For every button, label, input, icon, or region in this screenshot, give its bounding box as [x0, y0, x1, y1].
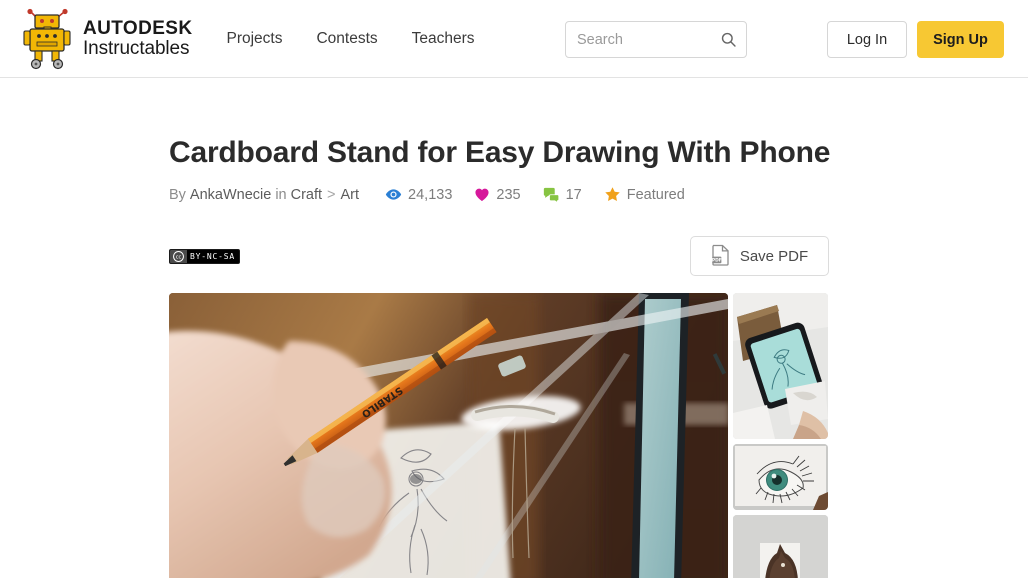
cc-logo-icon: cc [170, 249, 187, 263]
save-pdf-button[interactable]: PDF Save PDF [690, 236, 829, 276]
article-stats: 24,133 235 17 Featured [385, 186, 685, 203]
search-icon[interactable] [720, 31, 737, 48]
thumbnail-strip [733, 293, 828, 578]
site-header: AUTODESK Instructables Projects Contests… [0, 0, 1028, 78]
thumbnail-1-art [733, 293, 828, 439]
main-content: Cardboard Stand for Easy Drawing With Ph… [0, 136, 1028, 578]
heart-icon [474, 187, 490, 203]
pdf-file-icon: PDF [711, 244, 730, 269]
thumbnail-3-art [733, 515, 828, 578]
stat-featured-label: Featured [626, 186, 685, 203]
byline-separator: > [327, 186, 336, 203]
brand-line-autodesk: AUTODESK [83, 17, 193, 39]
stat-featured: Featured [604, 186, 685, 203]
stat-views-value: 24,133 [408, 186, 453, 203]
search-input[interactable] [577, 31, 720, 48]
thumbnail-phone-on-stand[interactable] [733, 293, 828, 439]
nav-item-contests[interactable]: Contests [316, 30, 377, 48]
byline-category-link[interactable]: Craft [291, 187, 322, 203]
auth-buttons: Log In Sign Up [827, 21, 1004, 58]
page-title: Cardboard Stand for Easy Drawing With Ph… [169, 136, 831, 169]
hero-image-art: STABILO [169, 293, 728, 578]
brand-wordmark: AUTODESK Instructables [83, 17, 193, 59]
svg-text:cc: cc [176, 254, 182, 260]
autodesk-robot-logo-svg [23, 8, 71, 69]
log-in-button[interactable]: Log In [827, 21, 907, 58]
brand-line-instructables: Instructables [83, 37, 190, 59]
brand-home-link[interactable]: AUTODESK Instructables [22, 8, 192, 70]
cc-terms-label: BY-NC-SA [190, 251, 235, 261]
nav-item-projects[interactable]: Projects [226, 30, 282, 48]
thumbnail-cat-drawing[interactable] [733, 515, 828, 578]
creative-commons-badge[interactable]: cc BY-NC-SA [169, 248, 240, 264]
stat-views: 24,133 [385, 186, 452, 203]
thumbnail-eye-drawing[interactable] [733, 444, 828, 510]
stat-favorites-value: 235 [496, 186, 521, 203]
save-pdf-label: Save PDF [739, 247, 809, 265]
main-nav: Projects Contests Teachers [226, 30, 474, 48]
byline-author-link[interactable]: AnkaWnecie [190, 187, 271, 203]
search-box[interactable] [565, 21, 747, 58]
license-and-actions-row: cc BY-NC-SA PDF Save PDF [169, 236, 829, 276]
hero-image[interactable]: STABILO [169, 293, 728, 578]
thumbnail-2-art [733, 444, 828, 510]
stat-favorites: 235 [474, 186, 521, 203]
search-bar [565, 21, 747, 58]
eye-icon [385, 186, 402, 203]
autodesk-robot-logo-icon [22, 8, 74, 70]
byline-in-word: in [275, 186, 287, 203]
stat-comments-value: 17 [565, 186, 582, 203]
comment-icon [543, 187, 560, 203]
stat-comments: 17 [543, 187, 582, 203]
star-icon [604, 186, 621, 203]
byline: By AnkaWnecie in Craft > Art 24,133 235 … [169, 186, 1028, 203]
byline-subcategory-link[interactable]: Art [341, 187, 360, 203]
image-gallery: STABILO [169, 293, 1028, 578]
svg-text:PDF: PDF [712, 257, 722, 263]
byline-by-word: By [169, 186, 186, 203]
sign-up-button[interactable]: Sign Up [917, 21, 1004, 58]
nav-item-teachers[interactable]: Teachers [412, 30, 475, 48]
